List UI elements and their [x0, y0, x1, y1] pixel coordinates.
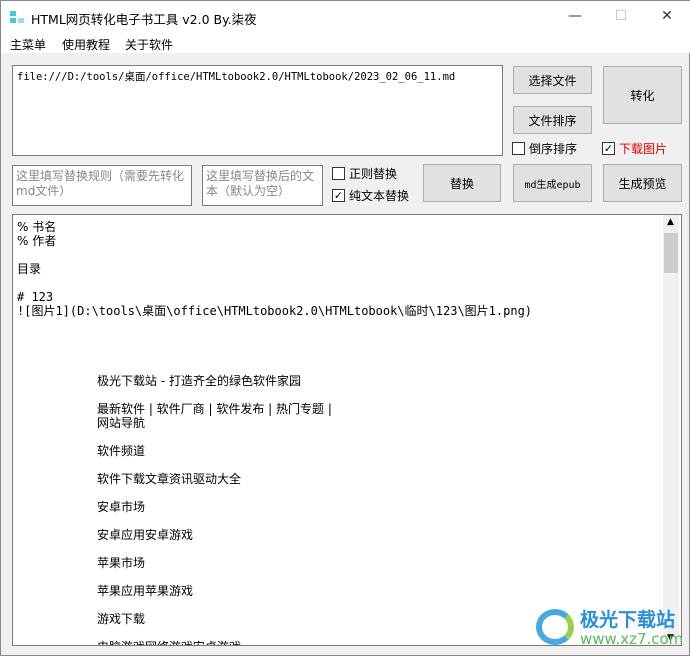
- markdown-editor[interactable]: % 书名% 作者目录 # 123 ![图片1](D:\tools\桌面\office…: [12, 214, 682, 646]
- editor-line: 极光下载站 - 打造齐全的绿色软件家园: [97, 374, 301, 388]
- editor-line: 电脑游戏网络游戏安卓游戏: [97, 640, 241, 645]
- watermark-url: www.xz7.com: [580, 630, 684, 648]
- editor-line: % 书名: [17, 220, 57, 234]
- editor-line: 安卓市场: [97, 500, 146, 514]
- plain-replace-checkbox[interactable]: ✓ 纯文本替换: [332, 187, 409, 204]
- app-logo-icon: [10, 11, 24, 23]
- sort-files-button[interactable]: 文件排序: [513, 106, 592, 134]
- convert-button[interactable]: 转化: [603, 66, 682, 124]
- menu-bar: 主菜单 使用教程 关于软件: [1, 33, 690, 53]
- editor-line: 苹果市场: [97, 556, 146, 570]
- scroll-up-icon[interactable]: ▲: [667, 217, 674, 227]
- maximize-button[interactable]: ☐: [598, 1, 644, 31]
- replace-button[interactable]: 替换: [423, 164, 501, 202]
- menu-about[interactable]: 关于软件: [125, 36, 173, 53]
- replace-text-input[interactable]: 这里填写替换后的文本（默认为空）: [202, 165, 323, 206]
- watermark-name: 极光下载站: [580, 609, 676, 631]
- checkbox-label: 下载图片: [619, 142, 668, 156]
- editor-line: 最新软件 | 软件厂商 | 软件发布 | 热门专题 |: [97, 402, 332, 416]
- checkbox-label: 正则替换: [349, 167, 398, 181]
- checkmark-icon: ✓: [602, 142, 615, 155]
- checkbox-box: [512, 142, 525, 155]
- editor-line: 软件下载文章资讯驱动大全: [97, 472, 242, 486]
- editor-line: 苹果应用苹果游戏: [97, 584, 194, 598]
- md-to-epub-button[interactable]: md生成epub: [513, 164, 592, 202]
- editor-line: 游戏下载: [97, 612, 146, 626]
- editor-line: 安卓应用安卓游戏: [97, 528, 194, 542]
- editor-line: 网站导航: [97, 416, 146, 430]
- editor-line: # 123: [17, 290, 54, 304]
- window-title: HTML网页转化电子书工具 v2.0 By.柒夜: [31, 12, 257, 27]
- editor-line: % 作者: [17, 234, 57, 248]
- reverse-sort-checkbox[interactable]: 倒序排序: [512, 140, 577, 157]
- menu-tutorial[interactable]: 使用教程: [62, 36, 110, 53]
- vertical-scrollbar[interactable]: ▲ ▼: [663, 215, 679, 645]
- watermark-logo: 极光下载站 www.xz7.com: [536, 605, 684, 651]
- scrollbar-thumb[interactable]: [664, 233, 678, 273]
- watermark-swirl-icon: [536, 609, 574, 645]
- checkmark-icon: ✓: [332, 189, 345, 202]
- editor-line: 软件频道: [97, 444, 146, 458]
- path-input[interactable]: file:///D:/tools/桌面/office/HTMLtobook2.0…: [12, 65, 503, 156]
- regex-replace-checkbox[interactable]: 正则替换: [332, 165, 397, 182]
- editor-line: ![图片1](D:\tools\桌面\office\HTMLtobook2.0\…: [17, 304, 533, 318]
- checkbox-label: 倒序排序: [529, 142, 578, 156]
- download-images-checkbox[interactable]: ✓ 下载图片: [602, 140, 667, 157]
- replace-rule-input[interactable]: 这里填写替换规则（需要先转化md文件）: [12, 165, 192, 206]
- menu-main[interactable]: 主菜单: [10, 36, 46, 53]
- editor-line: 目录: [17, 262, 42, 276]
- title-bar: HTML网页转化电子书工具 v2.0 By.柒夜 — ☐ ✕: [1, 1, 690, 33]
- checkbox-label: 纯文本替换: [349, 189, 410, 203]
- checkbox-box: [332, 167, 345, 180]
- select-file-button[interactable]: 选择文件: [513, 66, 592, 94]
- minimize-button[interactable]: —: [552, 1, 598, 31]
- generate-preview-button[interactable]: 生成预览: [603, 164, 682, 202]
- close-button[interactable]: ✕: [644, 1, 690, 31]
